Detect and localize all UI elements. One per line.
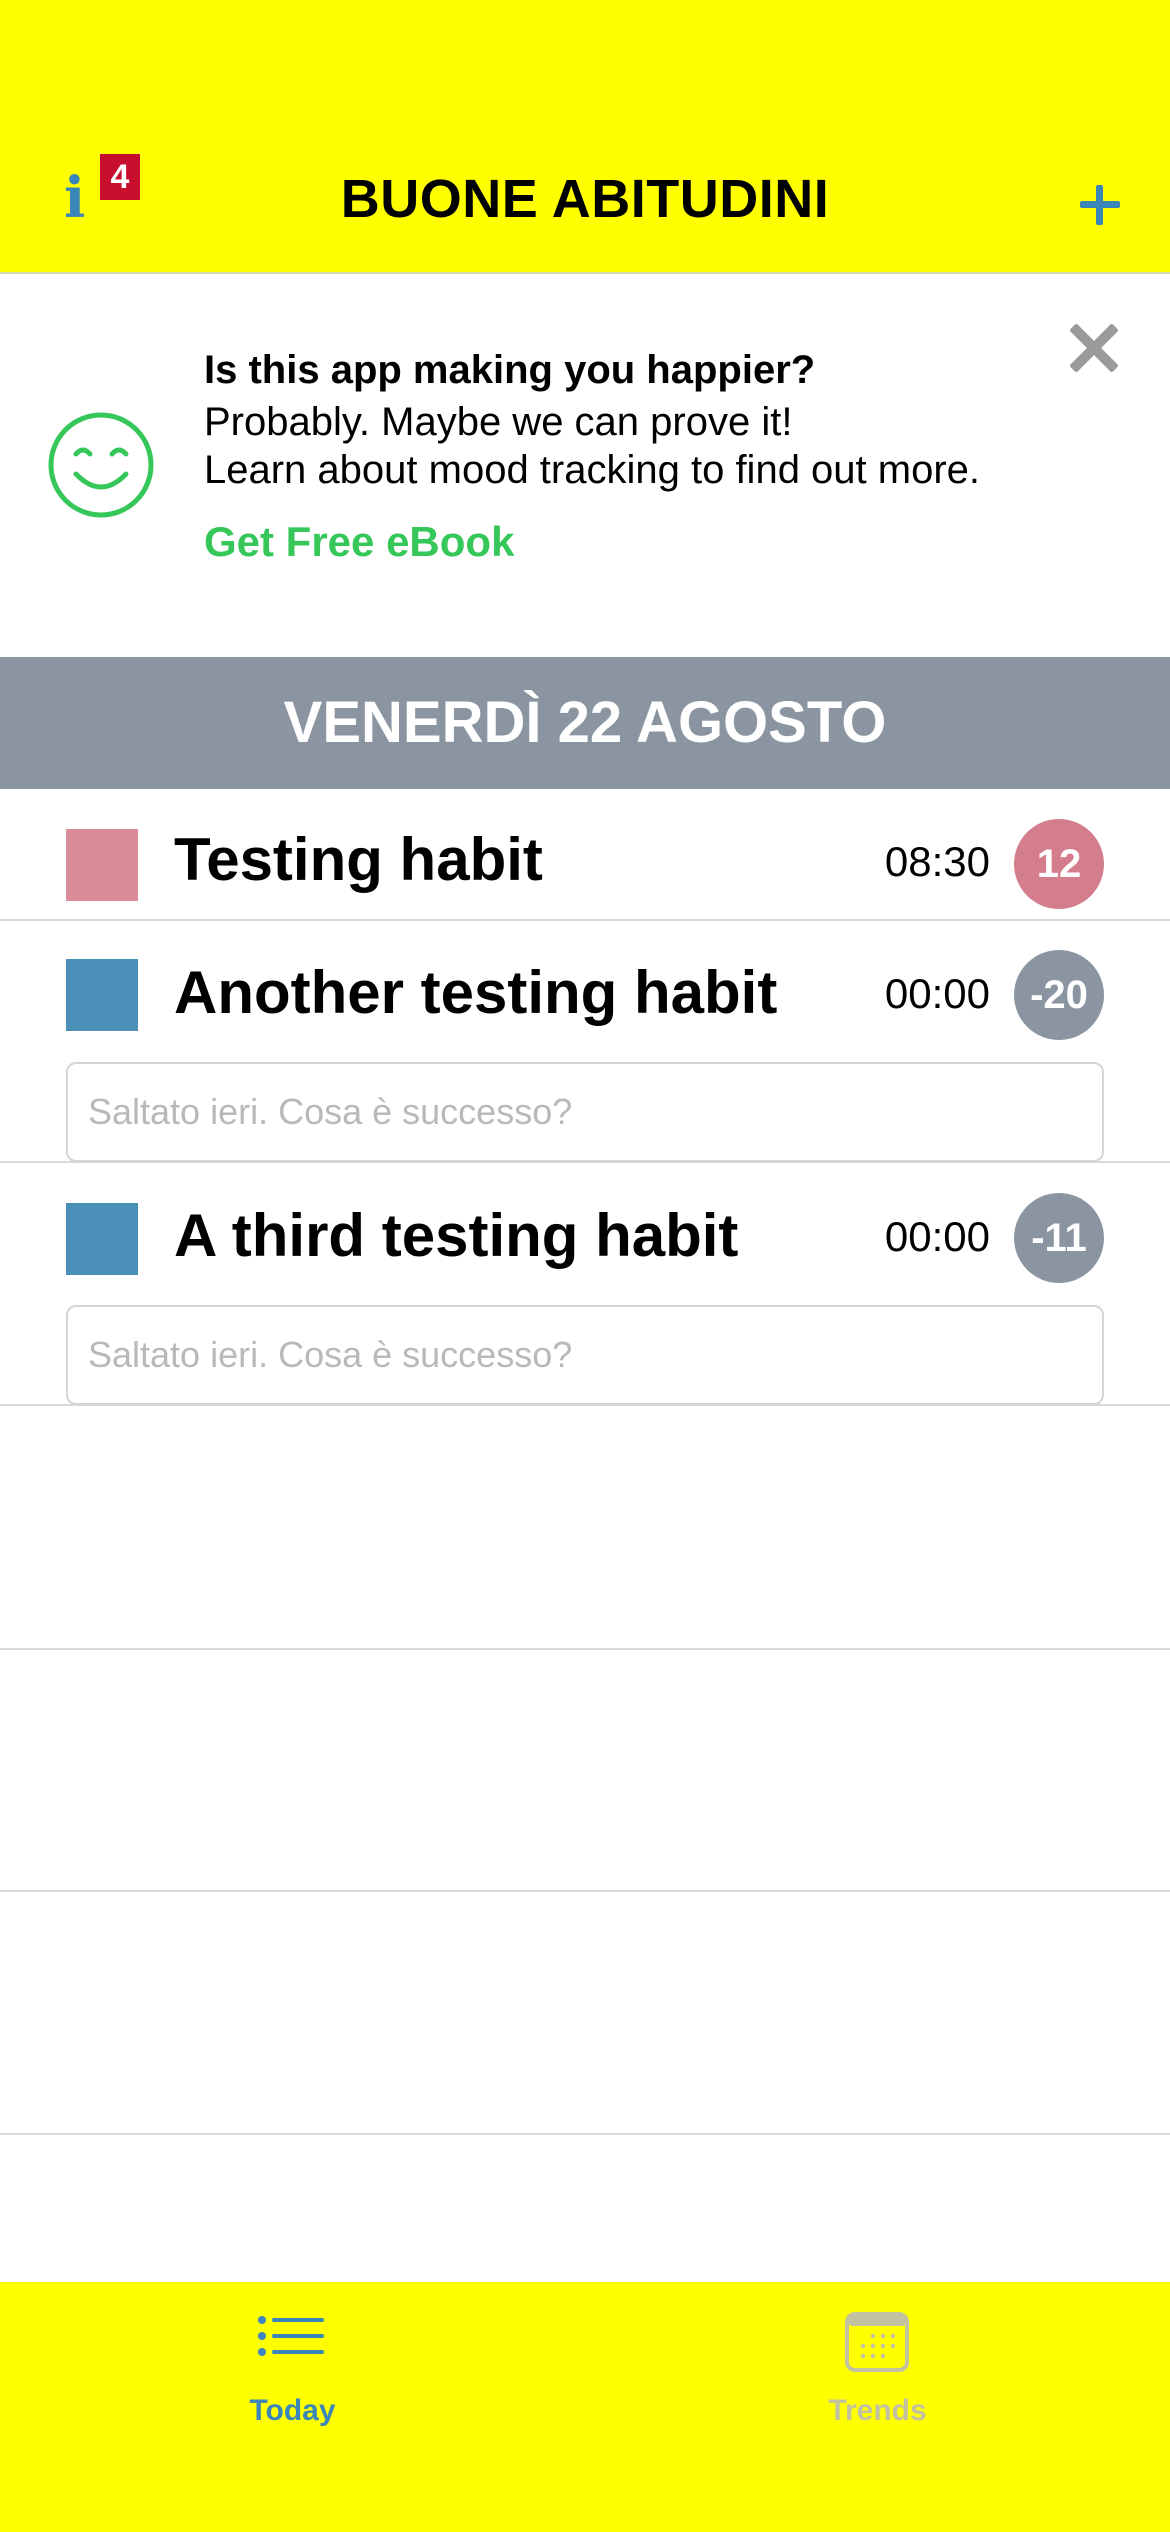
skip-note-input[interactable]	[66, 1305, 1104, 1405]
streak-badge[interactable]: -11	[1014, 1193, 1104, 1283]
get-ebook-link[interactable]: Get Free eBook	[204, 518, 514, 566]
habit-time[interactable]: 00:00	[885, 1216, 990, 1258]
row-divider	[0, 2133, 1170, 2135]
row-divider	[0, 1648, 1170, 1650]
list-icon	[258, 2316, 324, 2356]
habit-time[interactable]: 08:30	[885, 841, 990, 883]
tab-bar: Today Trends	[0, 2282, 1170, 2532]
date-header: VENERDÌ 22 AGOSTO	[0, 657, 1170, 789]
tab-label: Trends	[828, 2394, 927, 2427]
promo-text-line-1: Probably. Maybe we can prove it!	[204, 400, 793, 444]
row-divider	[0, 1890, 1170, 1892]
tab-today[interactable]: Today	[0, 2282, 585, 2532]
habit-color-swatch	[66, 959, 138, 1031]
habit-time[interactable]: 00:00	[885, 973, 990, 1015]
tab-label: Today	[249, 2394, 336, 2427]
add-habit-button[interactable]	[1068, 172, 1132, 236]
habit-row[interactable]: Testing habit 08:30 12	[0, 789, 1170, 921]
habit-row[interactable]: A third testing habit 00:00 -11	[0, 1163, 1170, 1406]
promo-text-line-2: Learn about mood tracking to find out mo…	[204, 448, 981, 492]
streak-badge[interactable]: -20	[1014, 950, 1104, 1040]
streak-badge[interactable]: 12	[1014, 819, 1104, 909]
calendar-icon	[845, 2312, 909, 2372]
tab-trends[interactable]: Trends	[585, 2282, 1170, 2532]
app-header: i 4 BUONE ABITUDINI	[0, 0, 1170, 274]
habit-color-swatch	[66, 829, 138, 901]
promo-banner: Is this app making you happier? Probably…	[0, 276, 1170, 657]
habit-name: Another testing habit	[174, 959, 778, 1026]
skip-note-input[interactable]	[66, 1062, 1104, 1162]
habit-name: A third testing habit	[174, 1202, 739, 1269]
habit-color-swatch	[66, 1203, 138, 1275]
habit-row[interactable]: Another testing habit 00:00 -20	[0, 921, 1170, 1163]
smiley-icon	[48, 412, 154, 518]
page-title: BUONE ABITUDINI	[340, 169, 830, 229]
promo-title: Is this app making you happier?	[204, 348, 816, 392]
habit-name: Testing habit	[174, 826, 543, 893]
close-icon[interactable]	[1068, 322, 1120, 374]
